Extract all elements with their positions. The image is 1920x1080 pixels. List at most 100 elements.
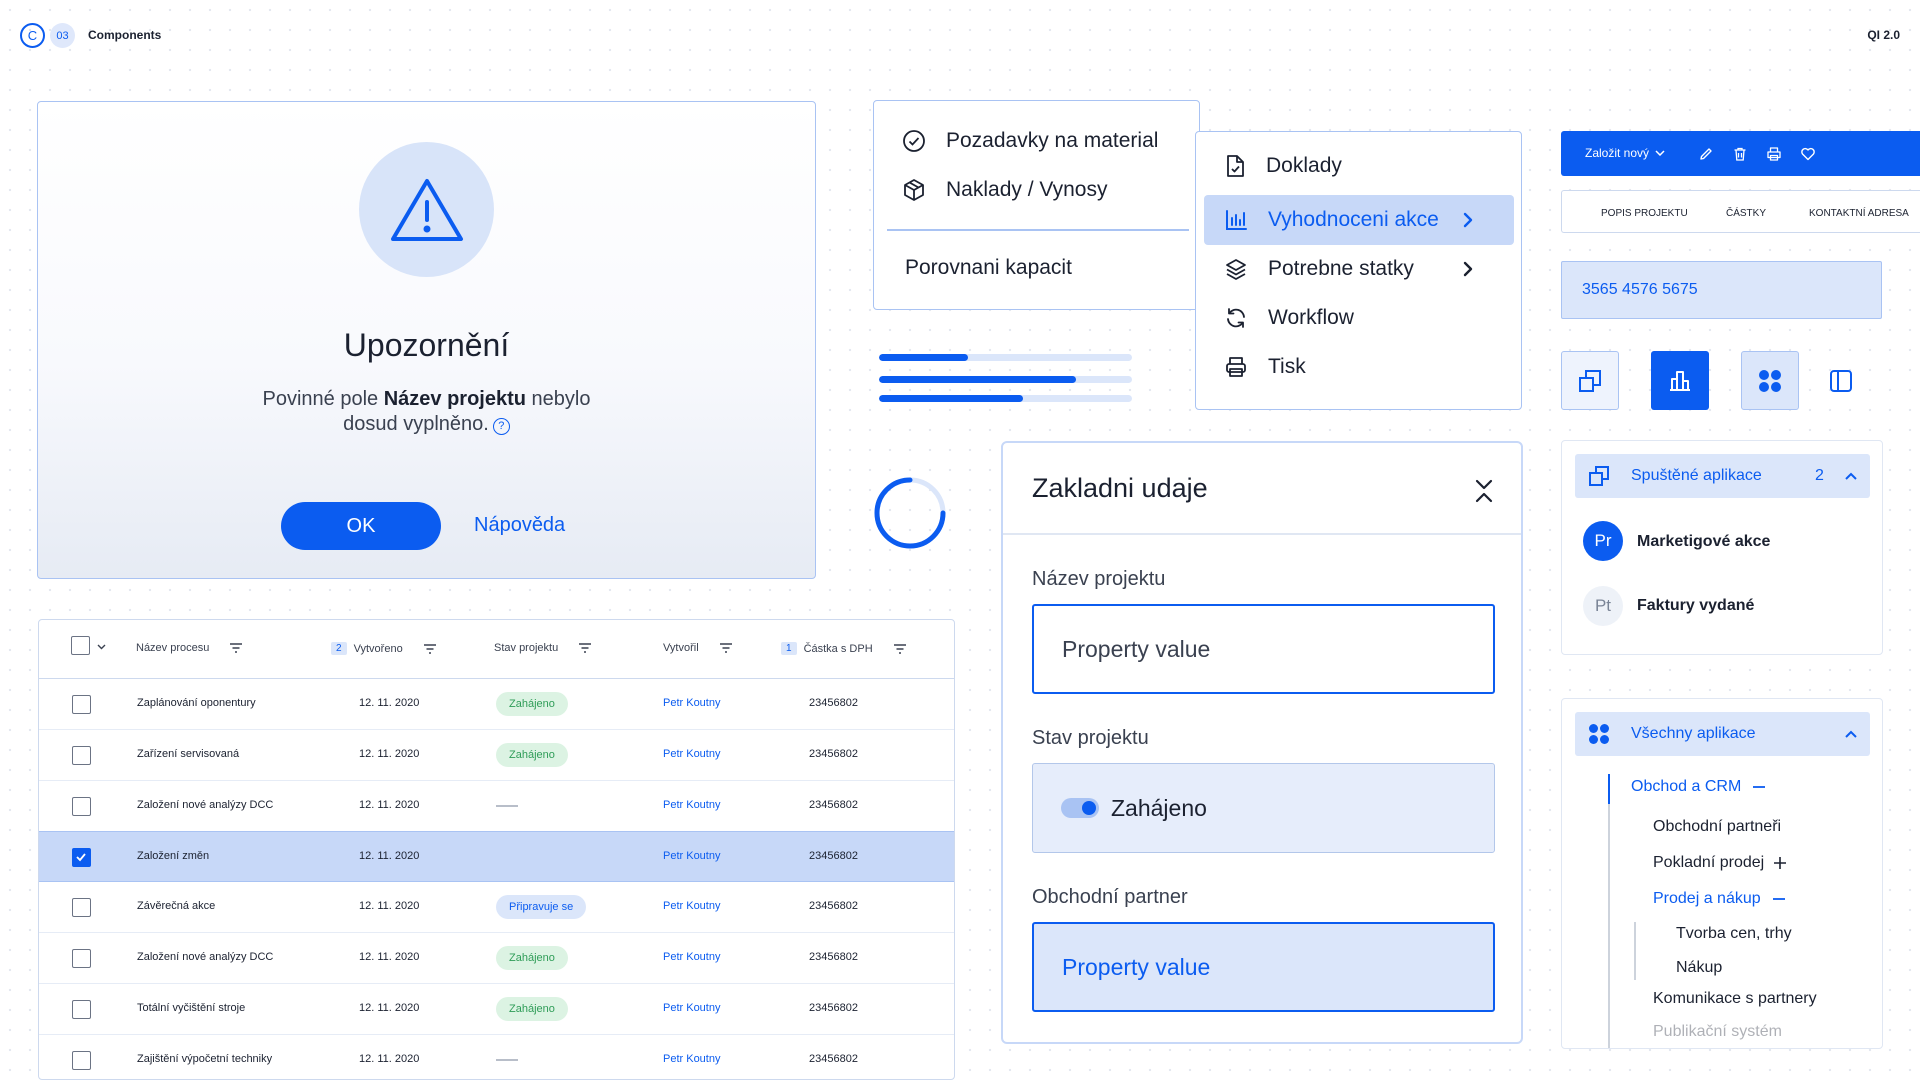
tree-line: [1634, 922, 1636, 980]
column-header-created[interactable]: 2 Vytvořeno: [331, 642, 437, 655]
favorite-icon[interactable]: [1800, 146, 1816, 162]
collapse-minus-icon: [1772, 898, 1785, 900]
row-checkbox[interactable]: [72, 797, 91, 816]
tree-item-communication[interactable]: Komunikace s partnery: [1653, 990, 1817, 1008]
table-row-selected[interactable]: Založení změn 12. 11. 2020 Petr Koutny 2…: [39, 831, 954, 882]
project-name-input[interactable]: Property value: [1032, 604, 1495, 694]
running-apps-header[interactable]: Spuštěné aplikace 2: [1575, 454, 1870, 498]
filter-icon[interactable]: [423, 643, 437, 654]
check-circle-icon: [903, 130, 925, 152]
dialog-message: Povinné pole Název projektu nebylo dosud…: [38, 387, 815, 437]
table-row[interactable]: Totální vyčištění stroje 12. 11. 2020 Za…: [39, 984, 954, 1035]
help-icon[interactable]: ?: [492, 418, 510, 435]
tab-amounts[interactable]: ČÁSTKY: [1726, 208, 1766, 219]
tree-item-crm[interactable]: Obchod a CRM: [1631, 778, 1766, 796]
column-header-status[interactable]: Stav projektu: [494, 642, 592, 654]
tab-project-description[interactable]: POPIS PROJEKTU: [1601, 208, 1688, 219]
warning-icon: [390, 178, 463, 241]
select-all-checkbox[interactable]: [71, 636, 90, 655]
help-link[interactable]: Nápověda: [474, 514, 565, 537]
panel-divider: [1003, 533, 1521, 535]
cell-author-link[interactable]: Petr Koutny: [663, 748, 720, 760]
menu-item-workflow[interactable]: Workflow: [1204, 293, 1514, 343]
menu-item-label: Workflow: [1268, 306, 1354, 329]
business-partner-field[interactable]: Property value: [1032, 922, 1495, 1012]
cell-author-link[interactable]: Petr Koutny: [663, 951, 720, 963]
row-checkbox[interactable]: [72, 1051, 91, 1070]
cell-author-link[interactable]: Petr Koutny: [663, 1053, 720, 1065]
column-header-name[interactable]: Název procesu: [136, 642, 243, 654]
chevron-down-icon[interactable]: [97, 644, 106, 650]
tree-item-publishing[interactable]: Publikační systém: [1653, 1023, 1782, 1041]
all-apps-header[interactable]: Všechny aplikace: [1575, 712, 1870, 756]
number-input[interactable]: 3565 4576 5675: [1561, 261, 1882, 319]
running-app-item[interactable]: Faktury vydané: [1637, 597, 1754, 615]
duplicate-button[interactable]: [1561, 351, 1619, 410]
tree-item-purchase[interactable]: Nákup: [1676, 959, 1722, 977]
table-row[interactable]: Zaplánování oponentury 12. 11. 2020 Zahá…: [39, 679, 954, 730]
cell-author-link[interactable]: Petr Koutny: [663, 799, 720, 811]
menu-item-required-goods[interactable]: Potrebne statky: [1204, 244, 1514, 294]
chart-button[interactable]: [1651, 351, 1709, 410]
menu-item-print[interactable]: Tisk: [1204, 342, 1514, 392]
menu-item-costs-revenues[interactable]: Naklady / Vynosy: [902, 178, 1107, 202]
cell-amount: 23456802: [809, 1053, 858, 1065]
tab-contact-address[interactable]: KONTAKTNÍ ADRESA: [1809, 208, 1909, 219]
print-icon[interactable]: [1766, 146, 1782, 162]
table-row[interactable]: Zajištění výpočetní techniky 12. 11. 202…: [39, 1035, 954, 1079]
menu-item-label: Potrebne statky: [1268, 257, 1414, 280]
tree-item-sales[interactable]: Prodej a nákup: [1653, 890, 1785, 908]
menu-item-compare-capacities[interactable]: Porovnani kapacit: [905, 256, 1072, 280]
filter-icon[interactable]: [229, 643, 243, 653]
field-label-project-status: Stav projektu: [1032, 727, 1149, 749]
sidebar-toggle-button[interactable]: [1812, 351, 1870, 410]
row-checkbox[interactable]: [72, 695, 91, 714]
filter-icon[interactable]: [719, 643, 733, 653]
menu-item-label: Pozadavky na material: [946, 129, 1159, 152]
create-new-dropdown[interactable]: Založit nový: [1585, 146, 1665, 160]
cell-amount: 23456802: [809, 951, 858, 963]
menu-item-material-requests[interactable]: Pozadavky na material: [902, 129, 1158, 153]
table-row[interactable]: Založení nové analýzy DCC 12. 11. 2020 P…: [39, 781, 954, 832]
table-row[interactable]: Závěrečná akce 12. 11. 2020 Připravuje s…: [39, 882, 954, 933]
chevron-down-icon: [1655, 150, 1665, 156]
cell-author-link[interactable]: Petr Koutny: [663, 1002, 720, 1014]
all-apps-title: Všechny aplikace: [1631, 725, 1756, 742]
menu-item-evaluation[interactable]: Vyhodnoceni akce: [1204, 195, 1514, 245]
cell-author-link[interactable]: Petr Koutny: [663, 900, 720, 912]
avatar: Pr: [1583, 521, 1623, 561]
status-toggle[interactable]: [1061, 798, 1099, 818]
row-checkbox[interactable]: [72, 1000, 91, 1019]
row-checkbox[interactable]: [72, 898, 91, 917]
apps-grid-button[interactable]: [1741, 351, 1799, 410]
collapse-icon[interactable]: [1473, 477, 1495, 505]
cell-amount: 23456802: [809, 748, 858, 760]
building-chart-icon: [1670, 370, 1690, 391]
filter-icon[interactable]: [893, 643, 907, 654]
delete-icon[interactable]: [1732, 146, 1748, 162]
tree-line: [1608, 804, 1610, 1048]
tree-item-cash-sale[interactable]: Pokladní prodej: [1653, 854, 1787, 872]
cell-author-link[interactable]: Petr Koutny: [663, 850, 720, 862]
project-status-field[interactable]: Zahájeno: [1032, 763, 1495, 853]
menu-item-documents[interactable]: Doklady: [1204, 141, 1514, 191]
cell-author-link[interactable]: Petr Koutny: [663, 697, 720, 709]
empty-status-dash: [496, 805, 518, 807]
column-label: Název procesu: [136, 642, 210, 654]
filter-icon[interactable]: [578, 643, 592, 653]
ok-button[interactable]: OK: [281, 502, 441, 550]
table-row[interactable]: Založení nové analýzy DCC 12. 11. 2020 Z…: [39, 933, 954, 984]
row-checkbox[interactable]: [72, 949, 91, 968]
table-row[interactable]: Zařízení servisovaná 12. 11. 2020 Zaháje…: [39, 730, 954, 781]
row-checkbox[interactable]: [72, 746, 91, 765]
tree-item-pricing[interactable]: Tvorba cen, trhy: [1676, 925, 1792, 943]
section-tabs: POPIS PROJEKTU ČÁSTKY KONTAKTNÍ ADRESA: [1561, 190, 1920, 233]
table-header: Název procesu 2 Vytvořeno Stav projektu …: [39, 620, 954, 679]
row-checkbox-checked[interactable]: [72, 848, 91, 867]
loading-spinner: [874, 477, 946, 549]
tree-item-partners[interactable]: Obchodní partneři: [1653, 818, 1781, 836]
column-header-amount[interactable]: 1 Částka s DPH: [781, 642, 907, 655]
edit-icon[interactable]: [1698, 146, 1714, 162]
running-app-item[interactable]: Marketigové akce: [1637, 533, 1770, 551]
column-header-author[interactable]: Vytvořil: [663, 642, 733, 654]
